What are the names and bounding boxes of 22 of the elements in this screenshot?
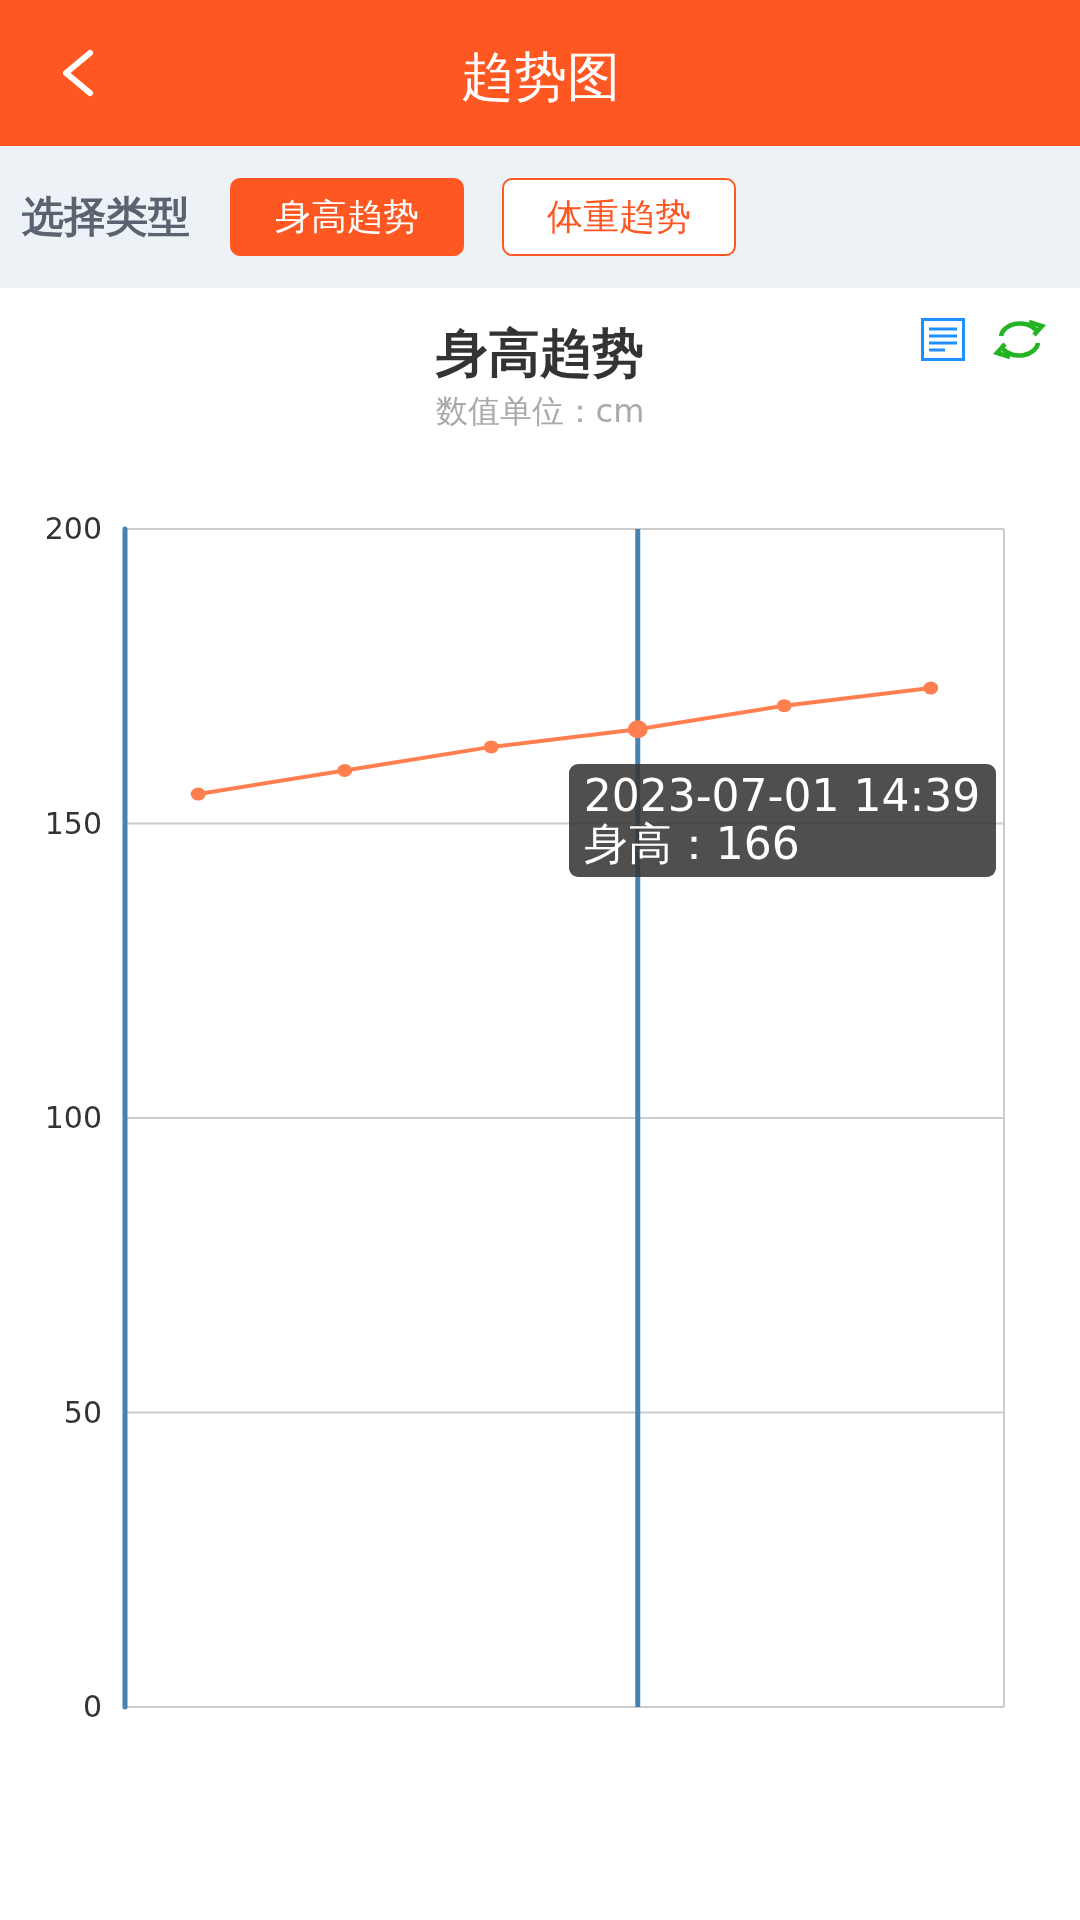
data-point[interactable] <box>627 720 648 739</box>
document-icon[interactable] <box>921 318 965 361</box>
chart-title: 身高趋势 <box>436 322 644 384</box>
data-point[interactable] <box>337 764 353 777</box>
tooltip-value: 身高：166 <box>583 820 801 869</box>
type-tab[interactable]: 身高趋势 <box>230 178 464 256</box>
data-point[interactable] <box>776 699 792 713</box>
type-label: 选择类型 <box>22 191 190 243</box>
refresh-icon[interactable] <box>992 318 1047 361</box>
chart-subtitle: 数值单位：cm <box>435 392 645 430</box>
data-point[interactable] <box>190 787 206 801</box>
y-axis-label: 50 <box>63 1394 102 1430</box>
y-axis-label: 100 <box>44 1100 102 1135</box>
y-axis-label: 150 <box>44 805 102 841</box>
tooltip-date: 2023-07-01 14:39 <box>583 772 982 821</box>
y-axis-label: 0 <box>82 1689 102 1724</box>
back-chevron-icon <box>60 49 94 97</box>
data-point[interactable] <box>923 681 939 695</box>
y-axis-label: 200 <box>44 511 102 546</box>
data-point[interactable] <box>483 740 499 754</box>
page-title: 趋势图 <box>460 45 620 109</box>
type-tab[interactable]: 体重趋势 <box>502 178 736 256</box>
